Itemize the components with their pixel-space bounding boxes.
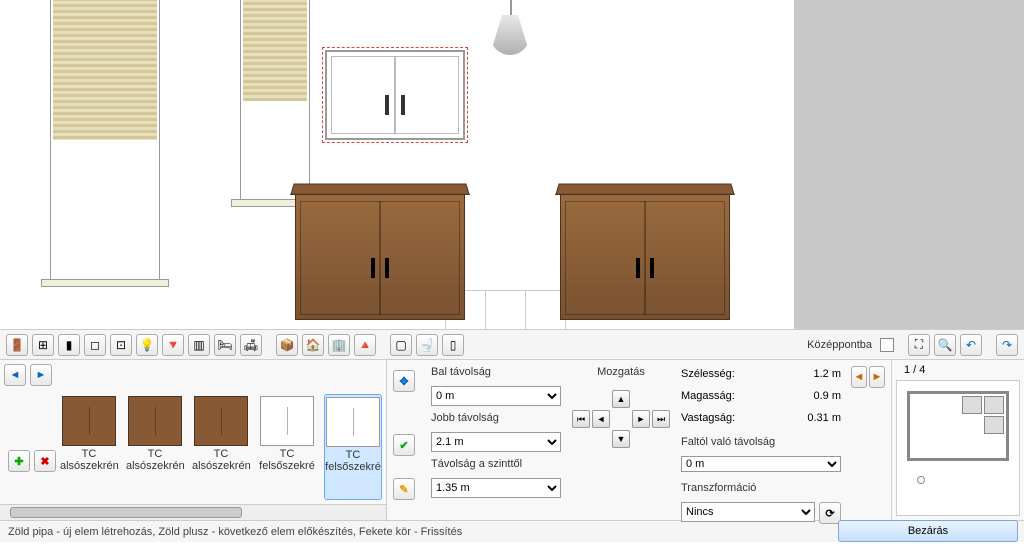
dpad-far-left-icon[interactable]: ⏮ bbox=[572, 410, 590, 428]
status-text: Zöld pipa - új elem létrehozás, Zöld plu… bbox=[8, 526, 462, 538]
wall-dist-label: Faltól való távolság bbox=[681, 436, 841, 448]
tool-sofa-icon[interactable]: 🛋 bbox=[240, 334, 262, 356]
move-tool-icon[interactable]: ✥ bbox=[393, 370, 415, 392]
window-right[interactable] bbox=[240, 0, 310, 200]
dpad-down-icon[interactable]: ▼ bbox=[612, 430, 630, 448]
edit-icon[interactable]: ✎ bbox=[393, 478, 415, 500]
floorplan-view[interactable] bbox=[896, 380, 1020, 516]
flip-right-icon[interactable]: ► bbox=[869, 366, 885, 388]
tool-bed-icon[interactable]: 🛏 bbox=[214, 334, 236, 356]
dpad-far-right-icon[interactable]: ⏭ bbox=[652, 410, 670, 428]
gallery-scrollbar[interactable] bbox=[0, 504, 386, 520]
floorplan-panel: 1 / 4 bbox=[891, 360, 1024, 520]
center-checkbox[interactable] bbox=[880, 338, 894, 352]
height-label: Magasság: bbox=[681, 390, 735, 402]
tool-toilet-icon[interactable]: 🚽 bbox=[416, 334, 438, 356]
undo-icon[interactable]: ↶ bbox=[960, 334, 982, 356]
tool-appliance-icon[interactable]: ▢ bbox=[390, 334, 412, 356]
properties-panel: ◄ ► ✚ ✖ TCalsószekrén TCalsószekrén TCal… bbox=[0, 360, 1024, 520]
flip-left-icon[interactable]: ◄ bbox=[851, 366, 867, 388]
right-dist-select[interactable]: 2.1 m bbox=[431, 432, 561, 452]
tool-lamp-icon[interactable]: 💡 bbox=[136, 334, 158, 356]
width-label: Szélesség: bbox=[681, 368, 735, 380]
3d-viewport[interactable] bbox=[0, 0, 1024, 330]
tool-box-icon[interactable]: 📦 bbox=[276, 334, 298, 356]
confirm-icon[interactable]: ✔ bbox=[393, 434, 415, 456]
right-dist-label: Jobb távolság bbox=[431, 412, 561, 424]
transform-label: Transzformáció bbox=[681, 482, 841, 494]
thumb-1[interactable]: TCalsószekrén bbox=[126, 394, 184, 500]
center-label: Középpontba bbox=[807, 339, 872, 351]
zoom-icon[interactable]: 🔍 bbox=[934, 334, 956, 356]
base-cabinet-2[interactable] bbox=[560, 190, 730, 320]
level-dist-label: Távolság a szinttől bbox=[431, 458, 561, 470]
tool-door-icon[interactable]: 🚪 bbox=[6, 334, 28, 356]
left-dist-select[interactable]: 0 m bbox=[431, 386, 561, 406]
thumb-3[interactable]: TCfelsőszekré bbox=[258, 394, 316, 500]
thickness-value: 0.31 m bbox=[807, 412, 841, 424]
tool-cabinet-icon[interactable]: ▯ bbox=[442, 334, 464, 356]
page-indicator: 1 / 4 bbox=[904, 364, 925, 376]
thumb-4-selected[interactable]: TCfelsőszekré bbox=[324, 394, 382, 500]
left-dist-label: Bal távolság bbox=[431, 366, 561, 378]
height-value: 0.9 m bbox=[813, 390, 841, 402]
add-button[interactable]: ✚ bbox=[8, 450, 30, 472]
move-dpad: ▲ ⏮◄ ►⏭ ▼ bbox=[572, 390, 670, 448]
thumb-0[interactable]: TCalsószekrén bbox=[60, 394, 118, 500]
thumbnail-gallery: ✚ ✖ TCalsószekrén TCalsószekrén TCalsósz… bbox=[0, 390, 386, 504]
tool-house-icon[interactable]: 🏠 bbox=[302, 334, 324, 356]
thickness-label: Vastagság: bbox=[681, 412, 735, 424]
wall-cabinet-selected[interactable] bbox=[325, 50, 465, 140]
wall-dist-select[interactable]: 0 m bbox=[681, 456, 841, 472]
dpad-left-icon[interactable]: ◄ bbox=[592, 410, 610, 428]
delete-button[interactable]: ✖ bbox=[34, 450, 56, 472]
tool-pendant-icon[interactable]: 🔻 bbox=[162, 334, 184, 356]
close-button[interactable]: Bezárás bbox=[838, 520, 1018, 542]
tool-radiator-icon[interactable]: ▥ bbox=[188, 334, 210, 356]
base-cabinet-1[interactable] bbox=[295, 190, 465, 320]
nav-next-icon[interactable]: ► bbox=[30, 364, 52, 386]
gallery-panel: ◄ ► ✚ ✖ TCalsószekrén TCalsószekrén TCal… bbox=[0, 360, 387, 520]
thumb-2[interactable]: TCalsószekrén bbox=[192, 394, 250, 500]
tool-window-icon[interactable]: ⊞ bbox=[32, 334, 54, 356]
tool-column-icon[interactable]: ▮ bbox=[58, 334, 80, 356]
nav-prev-icon[interactable]: ◄ bbox=[4, 364, 26, 386]
move-label: Mozgatás bbox=[597, 366, 645, 378]
width-value: 1.2 m bbox=[813, 368, 841, 380]
dpad-right-icon[interactable]: ► bbox=[632, 410, 650, 428]
tool-roof-icon[interactable]: 🔺 bbox=[354, 334, 376, 356]
tool-outlet-icon[interactable]: ⊡ bbox=[110, 334, 132, 356]
tool-switch-icon[interactable]: ◻ bbox=[84, 334, 106, 356]
properties-mid: ✥ ✔ ✎ Bal távolság 0 m Jobb távolság 2.1… bbox=[387, 360, 891, 520]
ceiling-lamp[interactable] bbox=[480, 0, 540, 60]
dpad-up-icon[interactable]: ▲ bbox=[612, 390, 630, 408]
tool-building-icon[interactable]: 🏢 bbox=[328, 334, 350, 356]
zoom-extents-icon[interactable]: ⛶ bbox=[908, 334, 930, 356]
redo-icon[interactable]: ↷ bbox=[996, 334, 1018, 356]
object-toolbar: 🚪 ⊞ ▮ ◻ ⊡ 💡 🔻 ▥ 🛏 🛋 📦 🏠 🏢 🔺 ▢ 🚽 ▯ Középp… bbox=[0, 330, 1024, 360]
level-dist-select[interactable]: 1.35 m bbox=[431, 478, 561, 498]
wall-right bbox=[794, 0, 1024, 329]
window-left[interactable] bbox=[50, 0, 160, 280]
transform-select[interactable]: Nincs bbox=[681, 502, 815, 522]
